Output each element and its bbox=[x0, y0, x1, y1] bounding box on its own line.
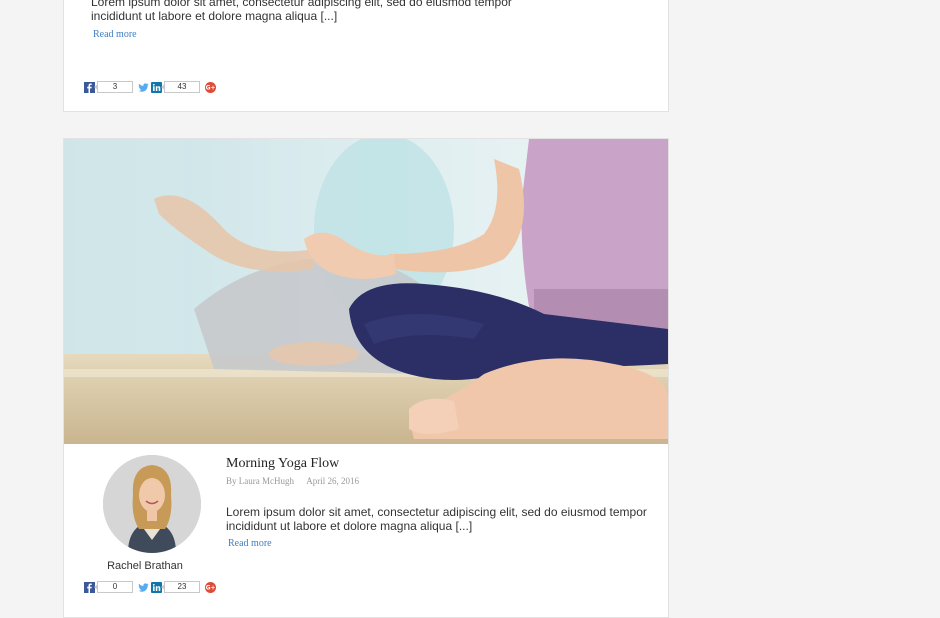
share-bar: 0 23 G+ bbox=[84, 581, 218, 593]
post-excerpt: Lorem ipsum dolor sit amet, consectetur … bbox=[91, 0, 512, 23]
post-meta: By Laura McHugh April 26, 2016 bbox=[226, 476, 359, 486]
excerpt-line: Lorem ipsum dolor sit amet, consectetur … bbox=[226, 505, 647, 519]
facebook-share-count: 3 bbox=[94, 81, 133, 93]
svg-text:G+: G+ bbox=[206, 84, 216, 91]
author-name: Rachel Brathan bbox=[107, 560, 183, 572]
facebook-share-count: 0 bbox=[94, 581, 133, 593]
linkedin-share-count: 43 bbox=[161, 81, 200, 93]
post-card: Lorem ipsum dolor sit amet, consectetur … bbox=[63, 0, 669, 112]
svg-text:G+: G+ bbox=[206, 584, 216, 591]
twitter-icon[interactable] bbox=[138, 82, 149, 93]
post-featured-image[interactable] bbox=[64, 139, 668, 444]
linkedin-share-count: 23 bbox=[161, 581, 200, 593]
post-title[interactable]: Morning Yoga Flow bbox=[226, 456, 339, 472]
twitter-icon[interactable] bbox=[138, 582, 149, 593]
post-byline: By Laura McHugh bbox=[226, 476, 294, 486]
post-date: April 26, 2016 bbox=[306, 476, 359, 486]
post-card: Rachel Brathan Morning Yoga Flow By Laur… bbox=[63, 138, 669, 618]
read-more-link[interactable]: Read more bbox=[228, 538, 272, 549]
google-plus-icon[interactable]: G+ bbox=[205, 581, 216, 593]
google-plus-icon[interactable]: G+ bbox=[205, 81, 216, 93]
author-avatar[interactable] bbox=[103, 455, 201, 553]
excerpt-line: Lorem ipsum dolor sit amet, consectetur … bbox=[91, 0, 512, 9]
share-bar: 3 43 G+ bbox=[84, 81, 218, 93]
read-more-link[interactable]: Read more bbox=[93, 29, 137, 40]
excerpt-line: incididunt ut labore et dolore magna ali… bbox=[226, 519, 473, 533]
post-excerpt: Lorem ipsum dolor sit amet, consectetur … bbox=[226, 505, 647, 533]
excerpt-line: incididunt ut labore et dolore magna ali… bbox=[91, 9, 338, 23]
avatar-image bbox=[103, 455, 201, 553]
